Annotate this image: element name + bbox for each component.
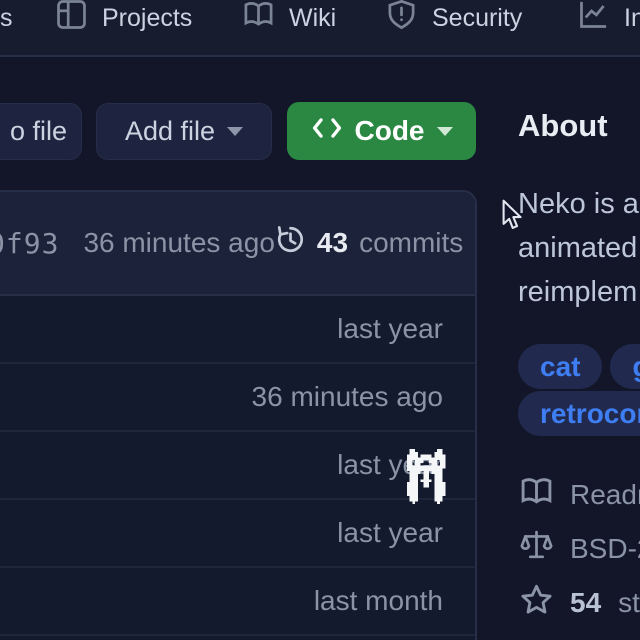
row-updated[interactable]: last year [337,517,443,549]
topic-pills-row: retrocomp [518,391,640,436]
book-icon [243,0,274,37]
row-updated[interactable]: 36 minutes ago [252,381,443,413]
topic-retrocomputing[interactable]: retrocomp [518,391,640,436]
tab-partial-label: s [0,4,13,33]
stars-link[interactable]: 54 sta [520,586,640,620]
chevron-down-icon [437,127,453,136]
about-description: Neko is a animated reimplem [518,182,639,314]
graph-icon [578,0,609,37]
commit-hash[interactable]: 0f93 [0,227,59,260]
go-to-file-button[interactable]: o file [0,103,82,160]
row-updated[interactable]: last month [314,585,443,617]
tab-partial-left[interactable]: s [0,1,13,35]
add-file-label: Add file [125,116,215,147]
readme-link[interactable]: Readm [520,478,640,512]
shield-icon [386,0,417,37]
tab-wiki[interactable]: Wiki [243,1,336,35]
commits-label: commits [359,227,463,259]
tab-insights-label: In [624,4,640,33]
table-row[interactable]: last year [0,500,475,568]
add-file-button[interactable]: Add file [96,103,272,160]
file-list-table: 0f93 36 minutes ago 43 commits last year… [0,190,477,640]
license-label: BSD-2 [570,533,640,565]
tab-insights[interactable]: In [578,1,640,35]
tab-security[interactable]: Security [386,1,522,35]
star-icon [520,583,553,623]
commit-history-link[interactable]: 43 commits [275,224,463,262]
table-row[interactable]: last year [0,296,475,364]
tab-wiki-label: Wiki [289,4,336,33]
latest-commit-bar: 0f93 36 minutes ago 43 commits [0,192,475,296]
neko-cat-sprite [404,448,448,510]
table-icon [56,0,87,37]
table-row[interactable]: 36 minutes ago [0,364,475,432]
commit-count: 43 [317,227,348,259]
about-description-line: reimplem [518,270,639,314]
commit-time: 36 minutes ago [83,227,274,259]
tab-projects-label: Projects [102,4,192,33]
row-updated[interactable]: last year [337,313,443,345]
about-description-line: animated [518,226,639,270]
code-brackets-icon [311,115,343,148]
go-to-file-label: o file [10,116,67,147]
about-heading: About [518,108,608,144]
repo-tab-bar: s Projects Wiki [0,0,640,57]
topic-cat[interactable]: cat [518,344,602,389]
stars-label: sta [618,587,640,619]
license-link[interactable]: BSD-2 [520,532,640,566]
history-clock-icon [275,224,306,262]
readme-label: Readm [570,479,640,511]
github-repo-page: s Projects Wiki [0,0,640,640]
book-icon [520,475,553,515]
law-icon [520,529,553,569]
table-row[interactable]: last month [0,568,475,636]
topic-pills-row: cat go [518,344,640,389]
code-button-label: Code [355,115,425,147]
tab-security-label: Security [432,4,522,33]
tab-projects[interactable]: Projects [56,1,192,35]
about-description-line: Neko is a [518,182,639,226]
code-button[interactable]: Code [287,102,476,160]
topic-go[interactable]: go [610,344,640,389]
star-count: 54 [570,587,601,619]
chevron-down-icon [227,127,243,136]
